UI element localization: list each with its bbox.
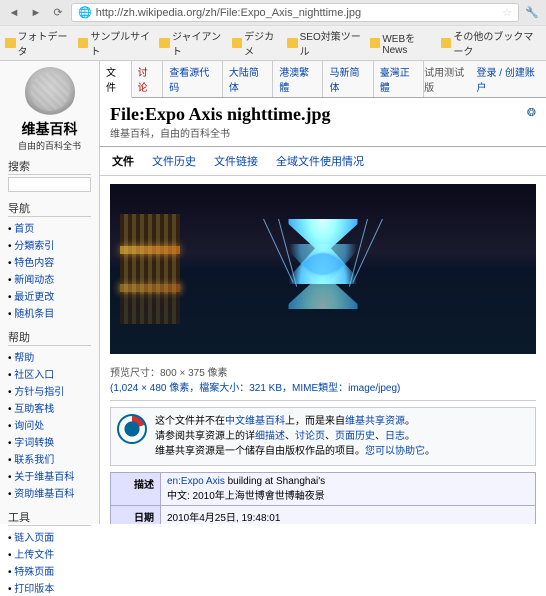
- bookmark-item[interactable]: フォトデータ: [5, 28, 70, 58]
- meta-link[interactable]: en:Expo Axis: [167, 476, 225, 487]
- help-link[interactable]: 联系我们: [14, 455, 54, 466]
- bookmark-item[interactable]: デジカメ: [232, 28, 279, 58]
- commons-link[interactable]: 维基共享资源: [345, 416, 405, 427]
- folder-icon: [159, 38, 170, 48]
- sidebar: 维基百科 自由的百科全书 搜索 导航 • 首页 • 分類索引 • 特色内容 • …: [0, 61, 100, 524]
- wrench-icon[interactable]: 🔧: [523, 4, 541, 22]
- bookmark-item[interactable]: サンプルサイト: [78, 28, 152, 58]
- wikipedia-logo-icon: [25, 67, 75, 117]
- meta-label: 日期: [111, 506, 161, 525]
- help-link[interactable]: 询问处: [14, 421, 44, 432]
- back-button[interactable]: ◄: [5, 4, 23, 22]
- nav-link[interactable]: 最近更改: [14, 292, 54, 303]
- folder-icon: [370, 38, 381, 48]
- nav-link[interactable]: 首页: [14, 224, 34, 235]
- metadata-table: 描述 en:Expo Axis building at Shanghai's 中…: [110, 472, 536, 524]
- commons-notice: 这个文件并不在中文维基百科上，而是来自维基共享资源。 请参阅共享资源上的详细描述…: [110, 407, 536, 466]
- tools-link[interactable]: 链入页面: [14, 533, 54, 544]
- logo-subtitle: 自由的百科全书: [8, 139, 91, 152]
- other-bookmarks[interactable]: その他のブックマーク: [441, 28, 541, 58]
- tab-variant[interactable]: 马新简体: [323, 61, 373, 97]
- search-heading: 搜索: [8, 158, 91, 175]
- star-icon[interactable]: ☆: [502, 6, 512, 19]
- globe-icon: 🌐: [78, 6, 92, 19]
- folder-icon: [441, 38, 452, 48]
- resolution-link[interactable]: (1,024 × 480 像素，檔案大小：321 KB，MIME類型：image…: [110, 383, 400, 394]
- logo[interactable]: 维基百科 自由的百科全书: [8, 67, 91, 152]
- help-link[interactable]: 资助维基百科: [14, 489, 74, 500]
- logo-title: 维基百科: [8, 119, 91, 139]
- page-title: File:Expo Axis nighttime.jpg: [100, 98, 546, 125]
- tab-file[interactable]: 文件: [100, 61, 132, 98]
- forward-button[interactable]: ►: [27, 4, 45, 22]
- tools-link[interactable]: 特殊页面: [14, 567, 54, 578]
- bookmark-item[interactable]: ジャイアント: [159, 28, 223, 58]
- page-subtitle: 维基百科，自由的百科全书: [100, 125, 546, 147]
- help-link[interactable]: 社区入口: [14, 370, 54, 381]
- file-tab[interactable]: 文件: [112, 153, 134, 169]
- reload-button[interactable]: ⟳: [49, 4, 67, 22]
- tab-variant[interactable]: 港澳繁體: [273, 61, 323, 97]
- commons-link[interactable]: 讨论页: [295, 431, 325, 442]
- file-tabs: 文件 文件历史 文件链接 全域文件使用情况: [100, 147, 546, 176]
- meta-value: en:Expo Axis building at Shanghai's 中文: …: [161, 473, 536, 506]
- image-caption: 预览尺寸：800 × 375 像素 (1,024 × 480 像素，檔案大小：3…: [100, 362, 546, 396]
- help-link[interactable]: 帮助: [14, 353, 34, 364]
- file-tab[interactable]: 文件历史: [152, 153, 196, 169]
- commons-link[interactable]: 页面历史: [335, 431, 375, 442]
- nav-link[interactable]: 分類索引: [14, 241, 54, 252]
- nav-heading: 导航: [8, 200, 91, 217]
- tab-talk[interactable]: 讨论: [132, 61, 164, 97]
- folder-icon: [287, 38, 298, 48]
- tools-link[interactable]: 打印版本: [14, 584, 54, 595]
- file-image[interactable]: [110, 184, 536, 354]
- commons-link[interactable]: 中文维基百科: [225, 416, 285, 427]
- folder-icon: [232, 38, 242, 48]
- bookmark-item[interactable]: WEBをNews: [370, 30, 433, 56]
- commons-logo-icon: [117, 414, 147, 444]
- folder-icon: [78, 38, 89, 48]
- nav-link[interactable]: 特色内容: [14, 258, 54, 269]
- commons-link[interactable]: 日志: [385, 431, 405, 442]
- help-link[interactable]: 关于维基百科: [14, 472, 74, 483]
- tab-source[interactable]: 查看源代码: [163, 61, 223, 97]
- help-link[interactable]: 方针与指引: [14, 387, 64, 398]
- folder-icon: [5, 38, 16, 48]
- help-link[interactable]: 互助客栈: [14, 404, 54, 415]
- tab-variant[interactable]: 臺灣正體: [374, 61, 424, 97]
- url-bar[interactable]: 🌐 http://zh.wikipedia.org/zh/File:Expo_A…: [71, 3, 519, 22]
- meta-value: 2010年4月25日, 19:48:01: [161, 506, 536, 525]
- tools-heading: 工具: [8, 509, 91, 526]
- tools-link[interactable]: 上传文件: [14, 550, 54, 561]
- nav-link[interactable]: 随机条目: [14, 309, 54, 320]
- bookmark-item[interactable]: SEO対策ツール: [287, 28, 362, 58]
- file-tab[interactable]: 文件链接: [214, 153, 258, 169]
- file-tab[interactable]: 全域文件使用情况: [276, 153, 364, 169]
- bookmark-bar: フォトデータ サンプルサイト ジャイアント デジカメ SEO対策ツール WEBを…: [0, 25, 546, 60]
- meta-label: 描述: [111, 473, 161, 506]
- help-heading: 帮助: [8, 329, 91, 346]
- commons-link[interactable]: 细描述: [255, 431, 285, 442]
- top-tabs: 文件 讨论 查看源代码 大陆简体 港澳繁體 马新简体 臺灣正體 试用测试版 登录…: [100, 61, 546, 98]
- search-input[interactable]: [8, 177, 91, 192]
- trial-link[interactable]: 试用测试版: [424, 64, 470, 94]
- help-link[interactable]: 字词转换: [14, 438, 54, 449]
- nav-link[interactable]: 新闻动态: [14, 275, 54, 286]
- tab-variant[interactable]: 大陆简体: [223, 61, 273, 97]
- content-area: 文件 讨论 查看源代码 大陆简体 港澳繁體 马新简体 臺灣正體 试用测试版 登录…: [100, 61, 546, 524]
- login-link[interactable]: 登录 / 创建账户: [477, 64, 540, 94]
- commons-link[interactable]: 您可以协助它: [365, 446, 425, 457]
- commons-star-icon: ❂: [527, 106, 536, 119]
- url-text: http://zh.wikipedia.org/zh/File:Expo_Axi…: [96, 7, 361, 19]
